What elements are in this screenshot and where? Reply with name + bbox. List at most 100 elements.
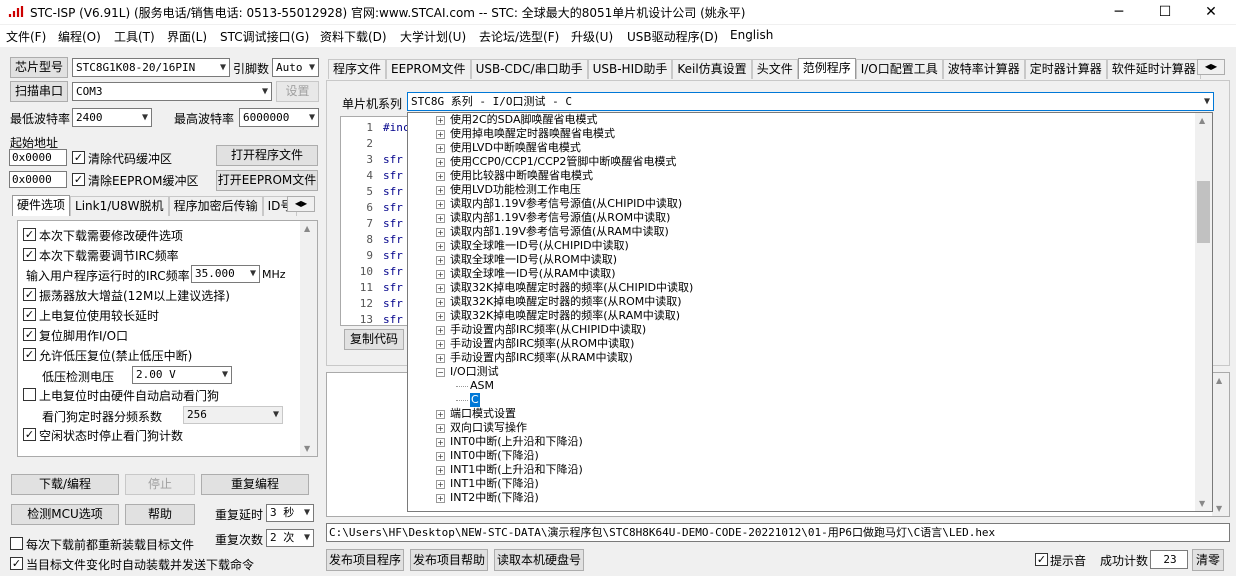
watchdog-auto-checkbox[interactable]: [23, 388, 36, 401]
tab-link1[interactable]: Link1/U8W脱机: [70, 196, 169, 216]
chip-type-select[interactable]: STC8G1K08-20/16PIN ▼: [72, 58, 230, 77]
expand-icon[interactable]: +: [436, 452, 445, 461]
osc-gain-checkbox[interactable]: ✓: [23, 288, 36, 301]
collapse-icon[interactable]: −: [436, 368, 445, 377]
tree-item[interactable]: + 使用掉电唤醒定时器唤醒省电模式: [408, 127, 1196, 141]
long-reset-checkbox[interactable]: ✓: [23, 308, 36, 321]
menu-program[interactable]: 编程(O): [58, 28, 101, 45]
tree-item[interactable]: + 读取内部1.19V参考信号源值(从ROM中读取): [408, 211, 1196, 225]
expand-icon[interactable]: +: [436, 340, 445, 349]
chip-type-button[interactable]: 芯片型号: [10, 57, 68, 78]
tree-scroll-thumb[interactable]: [1197, 181, 1210, 243]
tree-item[interactable]: + 手动设置内部IRC频率(从CHIPID中读取): [408, 323, 1196, 337]
menu-forum[interactable]: 去论坛/选型(F): [479, 28, 559, 45]
close-button[interactable]: ✕: [1188, 0, 1234, 24]
menu-interface[interactable]: 界面(L): [167, 28, 207, 45]
pins-select[interactable]: Auto ▼: [272, 58, 319, 77]
expand-icon[interactable]: +: [436, 424, 445, 433]
beep-checkbox[interactable]: ✓: [1035, 553, 1048, 566]
eeprom-address-input[interactable]: 0x0000: [9, 171, 67, 188]
retry-delay-select[interactable]: 3 秒 ▼: [266, 504, 314, 522]
watchdog-prescaler-select[interactable]: 256 ▼: [183, 406, 283, 424]
code-editor[interactable]: 1 2 3 4 5 6 7 8 9 10 11 12 13 #inc sfr sfr sfr sfr sfr sfr…: [340, 116, 410, 326]
expand-icon[interactable]: +: [436, 144, 445, 153]
tab-keil[interactable]: Keil仿真设置: [672, 59, 752, 79]
auto-reload-checkbox[interactable]: ✓: [10, 557, 23, 570]
tree-item[interactable]: + INT2中断(下降沿): [408, 491, 1196, 505]
expand-icon[interactable]: +: [436, 186, 445, 195]
expand-icon[interactable]: +: [436, 326, 445, 335]
idle-stop-watchdog-checkbox[interactable]: ✓: [23, 428, 36, 441]
expand-icon[interactable]: +: [436, 284, 445, 293]
clear-count-button[interactable]: 清零: [1192, 549, 1224, 571]
tree-item[interactable]: + 读取全球唯一ID号(从ROM中读取): [408, 253, 1196, 267]
adjust-irc-checkbox[interactable]: ✓: [23, 248, 36, 261]
expand-icon[interactable]: +: [436, 438, 445, 447]
tree-item[interactable]: ASM: [408, 379, 1196, 393]
tree-item[interactable]: + 使用比较器中断唤醒省电模式: [408, 169, 1196, 183]
tree-item[interactable]: + 使用2C的SDA脚唤醒省电模式: [408, 113, 1196, 127]
settings-button[interactable]: 设置: [276, 81, 319, 102]
tree-item[interactable]: + 读取32K掉电唤醒定时器的频率(从CHIPID中读取): [408, 281, 1196, 295]
tree-item[interactable]: + INT0中断(下降沿): [408, 449, 1196, 463]
help-button[interactable]: 帮助: [125, 504, 195, 525]
expand-icon[interactable]: +: [436, 130, 445, 139]
output-scrollbar[interactable]: ▲ ▼: [1212, 373, 1229, 516]
reload-before-download-checkbox[interactable]: [10, 537, 23, 550]
menu-usb-driver[interactable]: USB驱动程序(D): [627, 28, 718, 45]
menu-university[interactable]: 大学计划(U): [400, 28, 466, 45]
stop-button[interactable]: 停止: [125, 474, 195, 495]
tab-hardware-options[interactable]: 硬件选项: [12, 195, 71, 216]
tab-program-file[interactable]: 程序文件: [328, 59, 387, 79]
repeat-program-button[interactable]: 重复编程: [201, 474, 309, 495]
expand-icon[interactable]: +: [436, 214, 445, 223]
expand-icon[interactable]: +: [436, 256, 445, 265]
tab-timer-calc[interactable]: 定时器计算器: [1024, 59, 1107, 79]
expand-icon[interactable]: +: [436, 158, 445, 167]
retry-count-select[interactable]: 2 次 ▼: [266, 529, 314, 547]
tree-item[interactable]: + INT1中断(上升沿和下降沿): [408, 463, 1196, 477]
expand-icon[interactable]: +: [436, 312, 445, 321]
tree-item[interactable]: + 端口模式设置: [408, 407, 1196, 421]
menu-english[interactable]: English: [730, 28, 773, 42]
hw-panel-scrollbar[interactable]: ▲ ▼: [300, 221, 317, 456]
expand-icon[interactable]: +: [436, 466, 445, 475]
modify-hw-checkbox[interactable]: ✓: [23, 228, 36, 241]
tree-item[interactable]: + 读取全球唯一ID号(从CHIPID中读取): [408, 239, 1196, 253]
expand-icon[interactable]: +: [436, 172, 445, 181]
clear-eeprom-checkbox[interactable]: ✓: [72, 173, 85, 186]
menu-upgrade[interactable]: 升级(U): [571, 28, 613, 45]
open-eeprom-file-button[interactable]: 打开EEPROM文件: [216, 170, 318, 191]
clear-code-checkbox[interactable]: ✓: [72, 151, 85, 164]
maximize-button[interactable]: ☐: [1142, 0, 1188, 24]
tree-item[interactable]: + 双向口读写操作: [408, 421, 1196, 435]
expand-icon[interactable]: +: [436, 200, 445, 209]
tab-baud-calc[interactable]: 波特率计算器: [942, 59, 1025, 79]
publish-program-button[interactable]: 发布项目程序: [326, 549, 404, 571]
tree-item[interactable]: + 手动设置内部IRC频率(从RAM中读取): [408, 351, 1196, 365]
irc-freq-select[interactable]: 35.000 ▼: [191, 265, 260, 283]
tab-encrypt[interactable]: 程序加密后传输: [168, 196, 263, 216]
scan-port-button[interactable]: 扫描串口: [10, 81, 68, 102]
tree-item[interactable]: + 使用LVD功能检测工作电压: [408, 183, 1196, 197]
expand-icon[interactable]: +: [436, 480, 445, 489]
low-voltage-select[interactable]: 2.00 V ▼: [132, 366, 232, 384]
publish-help-button[interactable]: 发布项目帮助: [410, 549, 488, 571]
tab-usb-hid[interactable]: USB-HID助手: [587, 59, 673, 79]
tab-scroll-arrows[interactable]: ◀▶: [287, 196, 315, 212]
min-baud-select[interactable]: 2400 ▼: [72, 108, 152, 127]
tab-header-file[interactable]: 头文件: [751, 59, 798, 79]
copy-code-button[interactable]: 复制代码: [344, 329, 404, 350]
series-dropdown-tree[interactable]: + 使用2C的SDA脚唤醒省电模式 + 使用掉电唤醒定时器唤醒省电模式 + 使用LVD中断…: [407, 112, 1213, 512]
reset-pin-io-checkbox[interactable]: ✓: [23, 328, 36, 341]
tree-item[interactable]: + 读取全球唯一ID号(从RAM中读取): [408, 267, 1196, 281]
menu-debug[interactable]: STC调试接口(G): [220, 28, 309, 45]
tree-item[interactable]: C: [408, 393, 1196, 407]
minimize-button[interactable]: ─: [1096, 0, 1142, 24]
expand-icon[interactable]: +: [436, 228, 445, 237]
tree-scrollbar[interactable]: ▲ ▼: [1195, 113, 1212, 511]
tree-item[interactable]: + 读取内部1.19V参考信号源值(从CHIPID中读取): [408, 197, 1196, 211]
tree-item[interactable]: + 使用CCP0/CCP1/CCP2管脚中断唤醒省电模式: [408, 155, 1196, 169]
tree-item[interactable]: + 使用LVD中断唤醒省电模式: [408, 141, 1196, 155]
expand-icon[interactable]: +: [436, 270, 445, 279]
